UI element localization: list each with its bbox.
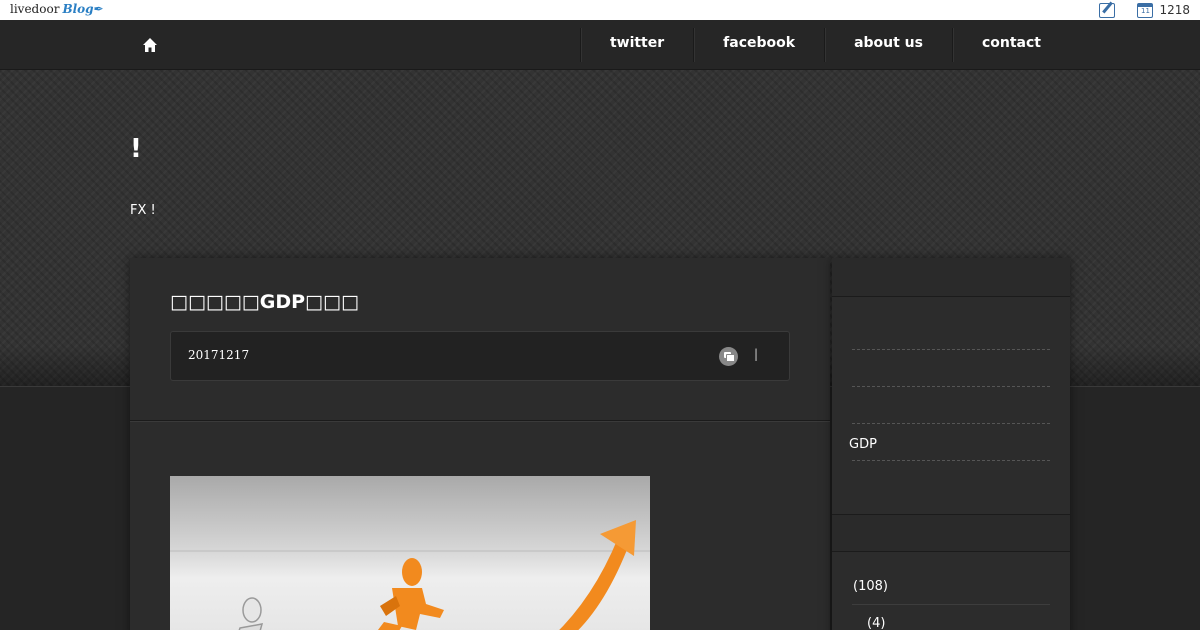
article-title[interactable]: □□□□□GDP□□□	[170, 291, 359, 313]
site-title[interactable]: !	[130, 134, 142, 164]
nav-contact[interactable]: contact	[951, 28, 1070, 62]
livedoor-logo-text: livedoor	[10, 2, 60, 16]
article-meta: 20171217 |	[170, 331, 790, 381]
home-icon[interactable]	[142, 37, 158, 53]
sidebar-archive-header	[832, 514, 1070, 552]
feather-icon: ✒	[93, 2, 104, 16]
sidebar-item[interactable]	[852, 350, 1050, 387]
orange-arrow	[559, 520, 636, 630]
sidebar-item-label: GDP	[849, 437, 877, 452]
livedoor-toolbar: livedoor Blog✒ 11 1218	[0, 0, 1200, 20]
sidebar-section-header	[832, 258, 1070, 297]
livedoor-blog-logo[interactable]: livedoor Blog✒	[10, 2, 104, 16]
archive-item[interactable]: (4)	[852, 605, 1050, 630]
blog-logo-text: Blog	[62, 2, 94, 16]
sidebar-item[interactable]	[852, 387, 1050, 424]
calendar-day: 11	[1140, 6, 1150, 15]
meta-separator: |	[754, 347, 759, 361]
archive-count: (108)	[853, 579, 888, 594]
comment-icon[interactable]	[719, 347, 738, 366]
archive-count: (4)	[867, 616, 886, 630]
article-image	[170, 476, 650, 630]
nav-facebook[interactable]: facebook	[693, 28, 824, 62]
archive-item[interactable]: (108)	[852, 568, 1050, 605]
edit-post-icon[interactable]	[1099, 2, 1116, 18]
grey-runner-figure	[238, 597, 264, 630]
post-count: 1218	[1159, 3, 1190, 17]
sidebar-link-list: GDP	[849, 313, 1050, 461]
article-date: 20171217	[188, 348, 250, 362]
article: □□□□□GDP□□□ 20171217 |	[130, 258, 830, 630]
sidebar-archive-list: (108) (4)	[852, 568, 1050, 630]
nav-twitter[interactable]: twitter	[579, 28, 693, 62]
calendar-icon[interactable]: 11	[1137, 2, 1154, 18]
sidebar-item-gdp[interactable]: GDP	[849, 424, 1050, 461]
site-description: FX !	[130, 203, 156, 218]
nav-about-us[interactable]: about us	[824, 28, 952, 62]
orange-runner-figure	[378, 558, 444, 630]
global-nav: twitter facebook about us contact	[0, 20, 1200, 70]
running-figures-illustration	[170, 520, 650, 630]
sidebar-item[interactable]	[852, 313, 1050, 350]
sidebar: GDP (108) (4)	[832, 258, 1070, 630]
